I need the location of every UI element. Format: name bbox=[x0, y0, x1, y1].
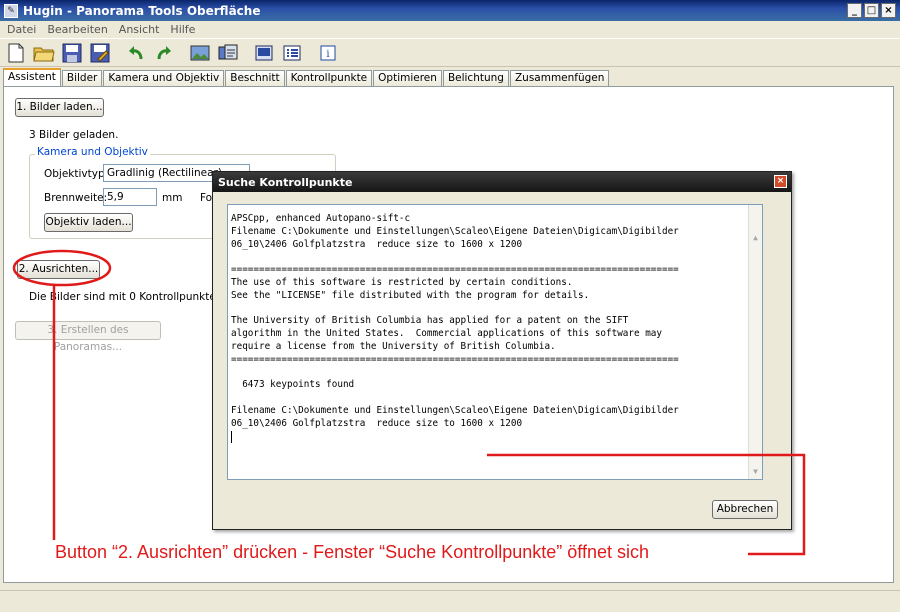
highlight-ellipse bbox=[12, 249, 112, 287]
annotation-overlay bbox=[12, 249, 806, 556]
annotation-line-right bbox=[487, 453, 806, 556]
annotation-text: Button “2. Ausrichten” drücken - Fenster… bbox=[55, 542, 649, 562]
